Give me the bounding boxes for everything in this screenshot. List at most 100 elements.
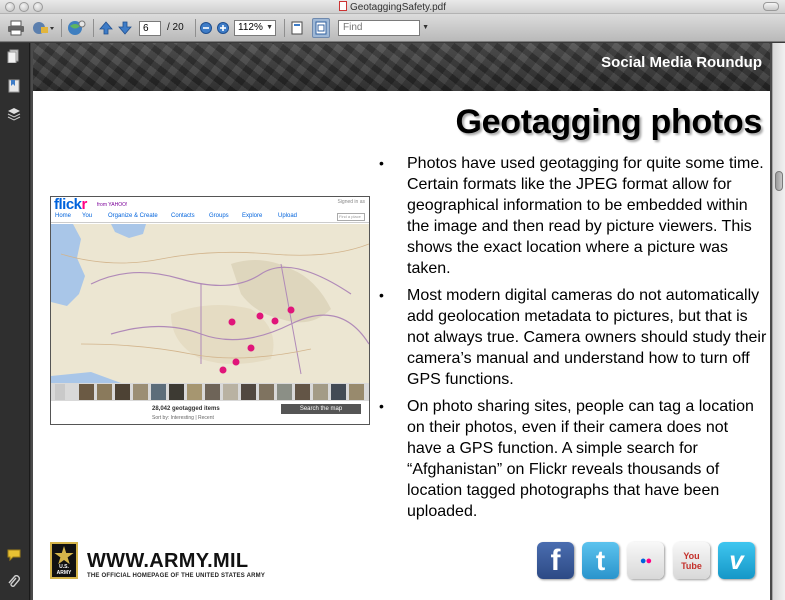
window-title: GeotaggingSafety.pdf <box>0 1 785 13</box>
page-count: / 20 <box>167 22 184 33</box>
previous-page-button[interactable] <box>98 18 114 38</box>
layers-icon[interactable] <box>7 107 21 121</box>
vertical-scrollbar[interactable] <box>772 43 785 600</box>
toolbar-separator <box>61 19 62 37</box>
collaborate-button[interactable] <box>66 18 88 38</box>
toolbar-separator <box>284 19 285 37</box>
share-icon <box>33 22 54 34</box>
army-url: WWW.ARMY.MIL <box>87 550 249 572</box>
flickr-logo-pink: r <box>81 196 88 213</box>
flickr-nav-item: Upload <box>278 213 298 219</box>
bullet-item: Most modern digital cameras do not autom… <box>373 285 767 390</box>
photo-thumbnail <box>97 384 112 400</box>
chevron-down-icon: ▼ <box>422 24 429 31</box>
flickr-yahoo-label: from YAHOO! <box>97 202 128 208</box>
flickr-nav-item: You <box>82 213 93 219</box>
fit-page-button[interactable] <box>289 18 305 38</box>
next-page-button[interactable] <box>117 18 133 38</box>
flickr-icon[interactable]: ● ● <box>627 542 664 579</box>
page-number-input[interactable]: 6 <box>139 21 161 36</box>
flickr-footer: 28,042 geotagged items Sort by: Interest… <box>51 401 369 424</box>
flickr-nav-item: Explore <box>242 213 263 219</box>
geotag-marker <box>232 358 240 366</box>
bullet-item: On photo sharing sites, people can tag a… <box>373 396 767 522</box>
pdf-page: Social Media Roundup Geotagging photos f… <box>33 43 770 600</box>
vimeo-icon[interactable]: v <box>718 542 755 579</box>
next-page-icon <box>118 21 132 35</box>
zoom-out-button[interactable] <box>199 18 213 38</box>
youtube-glyph: You Tube <box>681 550 702 571</box>
title-bar: GeotaggingSafety.pdf <box>0 0 785 14</box>
sort-options: Sort by: Interesting | Recent <box>152 415 214 421</box>
photo-thumbnail <box>187 384 202 400</box>
toolbar: 6 / 20 112% ▼ Find ▼ <box>0 14 785 42</box>
flickr-map <box>51 224 369 383</box>
pdf-document-icon <box>339 1 347 11</box>
photo-thumbnail <box>205 384 220 400</box>
flickr-screenshot: flickr from YAHOO! Signed in as Home You… <box>50 196 370 425</box>
star-icon <box>54 546 74 565</box>
slide-title: Geotagging photos <box>455 103 762 141</box>
photo-thumbnail <box>223 384 238 400</box>
vimeo-glyph: v <box>729 545 744 575</box>
flickr-nav-item: Groups <box>209 213 229 219</box>
army-star-logo: U.S. ARMY <box>50 542 78 579</box>
toolbar-toggle-button[interactable] <box>763 2 779 11</box>
photo-thumbnail <box>133 384 148 400</box>
zoom-in-icon <box>217 22 229 34</box>
map-graphic <box>51 224 369 383</box>
zoom-out-icon <box>200 22 212 34</box>
slide-header-title: Social Media Roundup <box>601 54 762 71</box>
twitter-glyph: t <box>595 544 606 576</box>
toolbar-separator <box>195 19 196 37</box>
chevron-down-icon: ▼ <box>266 24 273 31</box>
photo-thumbnail <box>295 384 310 400</box>
photo-thumbnail <box>151 384 166 400</box>
thumbnail-scroll-left <box>55 384 65 400</box>
geotag-marker <box>219 366 227 374</box>
navigation-panel <box>0 43 30 600</box>
photo-thumbnail <box>169 384 184 400</box>
photo-thumbnail <box>277 384 292 400</box>
document-viewport[interactable]: Social Media Roundup Geotagging photos f… <box>31 43 772 600</box>
toolbar-separator <box>93 19 94 37</box>
search-the-map-button: Search the map <box>281 404 361 414</box>
flickr-nav-item: Home <box>55 213 72 219</box>
photo-thumbnail <box>349 384 364 400</box>
comments-icon[interactable] <box>7 548 21 562</box>
twitter-icon[interactable]: t <box>582 542 619 579</box>
army-badge-text: U.S. ARMY <box>56 564 72 576</box>
photo-thumbnail <box>259 384 274 400</box>
photo-thumbnail <box>331 384 346 400</box>
collaborate-icon <box>68 20 86 35</box>
full-screen-icon <box>315 21 327 35</box>
geotag-marker <box>247 344 255 352</box>
facebook-icon[interactable]: f <box>537 542 574 579</box>
youtube-icon[interactable]: You Tube <box>673 542 710 579</box>
facebook-glyph: f <box>550 543 561 577</box>
pages-icon[interactable] <box>7 49 21 63</box>
flickr-nav-item: Organize & Create <box>108 213 158 219</box>
scrollbar-thumb[interactable] <box>775 171 783 191</box>
bullet-item: Photos have used geotagging for quite so… <box>373 153 767 279</box>
window-title-text: GeotaggingSafety.pdf <box>350 2 446 13</box>
zoom-level-select[interactable]: 112% ▼ <box>234 20 276 36</box>
zoom-in-button[interactable] <box>216 18 230 38</box>
flickr-top-bar: flickr from YAHOO! Signed in as <box>51 197 369 213</box>
bookmarks-icon[interactable] <box>7 79 21 93</box>
previous-page-icon <box>99 21 113 35</box>
army-tagline: THE OFFICIAL HOMEPAGE OF THE UNITED STAT… <box>87 573 266 579</box>
photo-thumbnail <box>313 384 328 400</box>
slide-header-band: Social Media Roundup <box>33 43 770 91</box>
attachments-icon[interactable] <box>7 575 21 589</box>
print-button[interactable] <box>6 18 26 38</box>
photo-thumbnail <box>241 384 256 400</box>
share-button[interactable] <box>30 18 56 38</box>
find-input[interactable]: Find ▼ <box>338 20 429 36</box>
flickr-logo-blue: flick <box>54 196 82 213</box>
zoom-level-value: 112% <box>238 22 263 33</box>
find-placeholder: Find <box>343 22 363 33</box>
geotag-marker <box>287 306 295 314</box>
full-screen-button[interactable] <box>312 18 330 38</box>
geotagged-count: 28,042 geotagged items <box>152 406 220 412</box>
